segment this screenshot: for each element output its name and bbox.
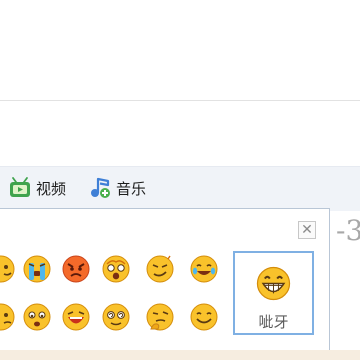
emoji-sad-face[interactable] (22, 302, 52, 332)
emoji-thinking[interactable] (145, 302, 175, 332)
side-number: -3 (336, 214, 360, 247)
emoji-partial-top[interactable] (0, 254, 16, 284)
emoji-shocked[interactable] (101, 254, 131, 284)
music-label: 音乐 (116, 179, 147, 198)
content-area (0, 0, 360, 100)
emoji-cry[interactable] (22, 254, 52, 284)
emoji-preview[interactable]: 呲牙 (233, 251, 314, 335)
emoji-preview-label: 呲牙 (258, 313, 289, 331)
media-toolbar: 视频 音乐 (0, 166, 360, 211)
emoji-laugh-cry[interactable] (61, 302, 91, 332)
video-label: 视频 (36, 179, 67, 198)
grin-teeth-icon (256, 266, 291, 301)
emoji-smirk[interactable] (145, 254, 175, 284)
divider (0, 100, 360, 101)
emoji-tearful-laugh[interactable] (189, 254, 219, 284)
close-button[interactable]: ✕ (298, 221, 316, 239)
emoji-angry[interactable] (61, 254, 91, 284)
emoji-dizzy[interactable] (101, 302, 131, 332)
bottom-strip (0, 350, 360, 360)
music-button[interactable]: 音乐 (88, 176, 146, 200)
music-note-icon (91, 177, 110, 198)
emoji-partial-bottom[interactable] (0, 302, 16, 332)
tv-video-icon (10, 177, 30, 197)
emoji-smile[interactable] (189, 302, 219, 332)
video-button[interactable]: 视频 (8, 176, 66, 200)
